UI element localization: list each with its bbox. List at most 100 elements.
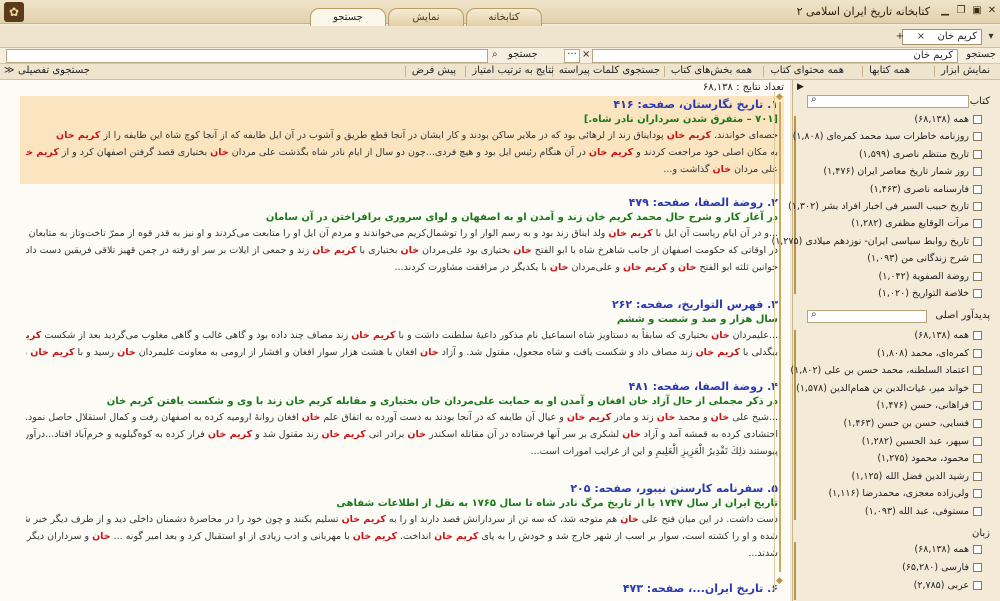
checkbox[interactable] <box>973 581 982 590</box>
author-facet-item-label: همه (۶۸,۱۳۸) <box>914 330 969 341</box>
checkbox[interactable] <box>973 436 982 446</box>
close-icon[interactable]: ✕ <box>985 4 999 18</box>
book-facet-item[interactable]: روضة الصفویة (۱,۰۴۲) <box>879 271 982 282</box>
result-item[interactable]: ۵. سفرنامه کارستن نیبور، صفحه: ۲۰۵ تاریخ… <box>20 480 784 572</box>
checkbox[interactable] <box>973 366 982 376</box>
search-icon[interactable]: ⌕ <box>492 49 498 60</box>
maximize-icon[interactable]: ▣ <box>970 4 984 18</box>
checkbox[interactable] <box>973 454 982 464</box>
result-item[interactable]: ۳. فهرس التواریخ، صفحه: ۲۶۲ سال هزار و ص… <box>20 296 784 368</box>
tab-library[interactable]: کتابخانه <box>466 8 542 26</box>
checkbox[interactable] <box>973 115 982 124</box>
scroll-track[interactable] <box>779 102 781 572</box>
all-book-sections-menu[interactable]: همه بخش‌های کتاب <box>663 65 752 77</box>
checkbox[interactable] <box>973 219 982 229</box>
language-facet-item[interactable]: همه (۶۸,۱۳۸) <box>914 544 982 555</box>
author-facet-item[interactable]: مستوفی، عبد الله (۱,۰۹۳) <box>865 506 982 517</box>
checkbox[interactable] <box>973 202 982 211</box>
checkbox[interactable] <box>973 563 982 572</box>
result-title[interactable]: ۵. سفرنامه کارستن نیبور، صفحه: ۲۰۵ <box>26 482 778 495</box>
checkbox[interactable] <box>973 401 982 411</box>
result-item[interactable]: ۲. روضة الصفا، صفحه: ۴۷۹ در آغاز کار و ش… <box>20 194 784 284</box>
book-facet-item[interactable]: خلاصة التواریخ (۱,۰۲۰) <box>878 288 982 299</box>
result-item[interactable]: ۶. تاریخ ایران...، صفحه: ۴۷۳ <box>20 580 784 600</box>
show-tools-menu[interactable]: نمایش ابزار <box>933 65 990 77</box>
all-book-content-menu[interactable]: همه محتوای کتاب <box>763 65 844 77</box>
checkbox[interactable] <box>973 331 982 340</box>
result-title[interactable]: ۶. تاریخ ایران...، صفحه: ۴۷۳ <box>26 582 778 595</box>
result-item[interactable]: ۱. تاریخ نگارستان، صفحه: ۴۱۶ [۷۰۱ – متفر… <box>20 96 784 184</box>
result-title[interactable]: ۱. تاریخ نگارستان، صفحه: ۴۱۶ <box>26 98 778 111</box>
all-books-menu[interactable]: همه کتابها <box>862 65 910 77</box>
author-facet-item[interactable]: اعتماد السلطنه، محمد حسن بن علی (۱,۸۰۲) <box>790 365 982 376</box>
tab-display[interactable]: نمایش <box>388 8 464 26</box>
author-facet-item[interactable]: سپهر، عبد الحسین (۱,۲۸۲) <box>862 436 982 447</box>
result-item[interactable]: ۴. روضة الصفا، صفحه: ۴۸۱ در ذکر مجملی از… <box>20 378 784 468</box>
author-facet-item[interactable]: ولی‌زاده معجزی، محمدرضا (۱,۱۱۶) <box>828 488 982 499</box>
highlight-term: کریم خان <box>341 514 386 525</box>
author-facet-item[interactable]: همه (۶۸,۱۳۸) <box>914 330 982 341</box>
book-facet-item[interactable]: روزنامه خاطرات سید محمد کمره‌ای (۱,۸۰۸) <box>793 131 982 142</box>
checkbox[interactable] <box>973 149 982 159</box>
author-facet-item[interactable]: محمود، محمود (۱,۲۷۵) <box>877 453 982 464</box>
checkbox[interactable] <box>973 348 982 358</box>
minimize-icon[interactable]: ▁ <box>938 4 952 18</box>
checkbox[interactable] <box>973 236 982 246</box>
tab-close-icon[interactable]: × <box>914 29 928 45</box>
result-snippet-line: خوانین ثلثه ابو الفتح خان و کریم خان و ع… <box>394 262 778 273</box>
language-facet-item[interactable]: فارسی (۶۵,۲۸۰) <box>902 562 982 573</box>
checkbox[interactable] <box>973 167 982 177</box>
book-facet-item[interactable]: تاریخ منتظم ناصری (۱,۵۹۹) <box>859 149 982 160</box>
clear-input-icon[interactable]: × <box>582 49 590 60</box>
checkbox[interactable] <box>973 419 982 428</box>
chevron-down-icon[interactable]: ▾ <box>984 29 998 45</box>
panel-arrow-icon[interactable]: ▶ <box>797 82 804 92</box>
default-menu[interactable]: پیش فرض <box>404 65 456 77</box>
author-facet-item[interactable]: فراهانی، حسن (۱,۴۷۶) <box>877 400 982 411</box>
book-facet-item[interactable]: تاریخ حبیب السیر فی اخبار افراد بشر (۱,۳… <box>788 201 982 212</box>
checkbox[interactable] <box>973 184 982 194</box>
search-input[interactable]: کریم خان <box>592 49 958 63</box>
result-title[interactable]: ۲. روضة الصفا، صفحه: ۴۷۹ <box>26 196 778 209</box>
book-facet-item-label: روز شمار تاریخ معاصر ایران (۱,۴۷۶) <box>823 166 969 178</box>
result-title[interactable]: ۳. فهرس التواریخ، صفحه: ۲۶۲ <box>26 298 778 311</box>
sort-by-score-menu[interactable]: نتایج به ترتیب امتیاز <box>465 65 554 77</box>
results-scrollbar[interactable]: ◆ ◆ <box>774 92 786 592</box>
checkbox[interactable] <box>973 132 982 142</box>
search-button-label[interactable]: جستجو <box>508 49 538 60</box>
books-filter-input[interactable] <box>807 95 969 108</box>
title-bar: ✿ کتابخانه نمایش جستجو کتابخانه تاریخ ای… <box>0 0 1000 26</box>
checkbox[interactable] <box>973 383 982 393</box>
book-facet-item[interactable]: فارسنامه ناصری (۱,۴۶۳) <box>870 184 982 195</box>
checkbox[interactable] <box>973 471 982 481</box>
book-facet-item[interactable]: روز شمار تاریخ معاصر ایران (۱,۴۷۶) <box>823 166 982 177</box>
more-options-button[interactable]: ··· <box>564 49 580 63</box>
checkbox[interactable] <box>973 254 982 264</box>
checkbox[interactable] <box>973 507 982 516</box>
author-facet-item[interactable]: کمره‌ای، محمد (۱,۸۰۸) <box>877 348 982 359</box>
checkbox[interactable] <box>973 271 982 281</box>
language-facet-item[interactable]: عربی (۲,۷۸۵) <box>914 580 982 591</box>
result-snippet-line: در اوقاتی که حکومت اصفهان از جانب شاهرخ … <box>26 245 778 256</box>
detailed-search-link[interactable]: جستجوی تفصیلی <box>18 65 90 76</box>
add-tab-button[interactable]: + <box>893 29 907 45</box>
checkbox[interactable] <box>973 545 982 554</box>
author-facet-item[interactable]: خواند میر، غیاث‌الدین بن همام‌الدین (۱,۵… <box>796 383 982 394</box>
author-facet-item[interactable]: رشید الدین فضل الله (۱,۱۲۵) <box>852 471 982 482</box>
author-facet-item[interactable]: فسایی، حسن بن حسن (۱,۴۶۳) <box>843 418 982 429</box>
restore-icon[interactable]: ❐ <box>954 4 968 18</box>
book-facet-item[interactable]: شرح زندگانی من (۱,۰۹۳) <box>867 253 982 264</box>
book-facet-item[interactable]: همه (۶۸,۱۳۸) <box>914 114 982 125</box>
result-subtitle: سال هزار و صد و شصت و ششم <box>616 314 778 325</box>
detailed-search-chevron-icon[interactable]: ≫ <box>4 65 14 76</box>
purified-words-menu[interactable]: جستجوی کلمات پیراسته <box>551 65 660 77</box>
checkbox[interactable] <box>973 289 982 298</box>
tab-search[interactable]: جستجو <box>310 8 386 26</box>
result-snippet-line: احتشادی کرده به قمشه آمد و آزاد خان لشکر… <box>26 429 778 440</box>
checkbox[interactable] <box>973 489 982 499</box>
secondary-input[interactable] <box>6 49 488 63</box>
book-facet-item[interactable]: مرآت الوقایع مظفری (۱,۲۸۲) <box>851 218 982 229</box>
book-facet-item[interactable]: تاریخ روابط سیاسی ایران- نوزدهم میلادی (… <box>771 236 982 247</box>
result-title[interactable]: ۴. روضة الصفا، صفحه: ۴۸۱ <box>26 380 778 393</box>
authors-filter-input[interactable] <box>807 310 927 323</box>
